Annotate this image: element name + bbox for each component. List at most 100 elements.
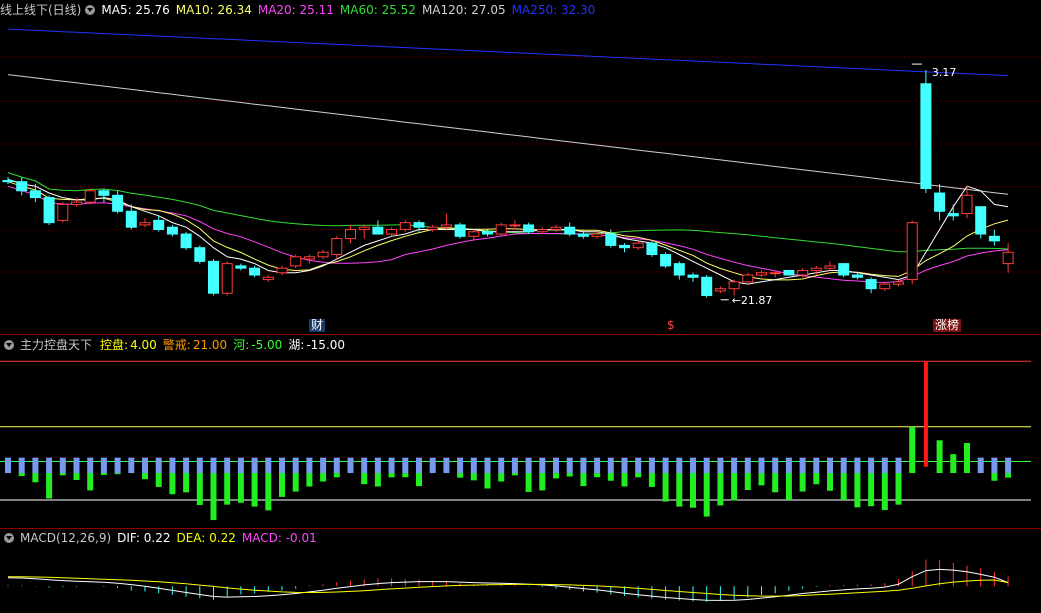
candle-body — [194, 247, 206, 262]
indicator-bar-green — [402, 473, 409, 478]
collapse-arrow-icon[interactable] — [85, 5, 96, 15]
indicator-bar-blue — [635, 457, 642, 474]
indicator-bar-blue — [662, 457, 669, 474]
indicator-bar-blue — [868, 457, 875, 474]
candle-body — [988, 235, 1000, 242]
marker-cai[interactable]: 财 — [309, 319, 326, 332]
indicator-bar-blue — [59, 457, 66, 474]
indicator-bar-blue — [292, 457, 299, 474]
candle-body — [673, 263, 685, 276]
candle-body — [810, 267, 822, 271]
indicator-bar-green — [265, 473, 272, 511]
candle-body — [413, 222, 425, 228]
candle-body — [509, 224, 521, 227]
indicator-bar-blue — [553, 457, 559, 474]
indicator-bar-green — [470, 473, 477, 481]
indicator-bar-green — [59, 473, 66, 476]
candle-body — [920, 83, 932, 189]
candle-body — [769, 272, 781, 275]
marker-zhangbang[interactable]: 涨榜 — [933, 319, 962, 332]
indicator-bar-blue — [539, 457, 546, 474]
candle-body — [208, 260, 219, 294]
candle-body — [906, 222, 918, 281]
candle-body — [523, 224, 535, 233]
indicator-bar-blue — [498, 457, 505, 474]
candle-body — [372, 226, 384, 235]
candle-body — [345, 228, 356, 240]
indicator-bar-blue — [251, 457, 258, 474]
panel-separator — [0, 528, 1041, 529]
indicator-bar-blue — [484, 457, 491, 474]
candle-body — [1002, 251, 1014, 265]
indicator-bar-blue — [5, 457, 11, 474]
candle-body — [139, 222, 151, 226]
indicator-bar-blue — [594, 457, 601, 474]
candle-body — [851, 274, 863, 278]
indicator-bar-green — [114, 473, 121, 475]
collapse-arrow-icon[interactable] — [4, 533, 14, 543]
candle-body — [358, 226, 370, 230]
ma-legend-item: MA120: 27.05 — [421, 3, 506, 17]
candle-body — [399, 222, 411, 230]
indicator-bar-blue — [374, 457, 381, 474]
indicator-bar-blue — [142, 457, 148, 474]
indicator-bar-blue — [607, 457, 614, 474]
price-header: 线上线下(日线) MA5: 25.76 MA10: 26.34 MA20: 25.11… — [0, 2, 607, 18]
indicator-bar-green — [690, 473, 696, 508]
indicator-bar-green — [566, 473, 573, 477]
candle-body — [276, 267, 288, 274]
price-chart: 3.17 ←21.87 — [0, 28, 1041, 307]
indicator-bar-blue — [87, 457, 94, 474]
candle-body — [112, 194, 124, 212]
candle-body — [577, 233, 589, 237]
indicator-bar-green — [320, 473, 327, 482]
indicator-bar-blue — [169, 457, 176, 474]
indicator-bar-green — [388, 473, 395, 478]
indicator-bar-green — [416, 473, 422, 487]
marker-dollar[interactable]: $ — [665, 319, 677, 332]
indicator-bar-blue — [799, 457, 806, 474]
candle-body — [797, 269, 809, 276]
indicator-bar-blue — [361, 457, 368, 474]
indicator-bar-green — [635, 473, 642, 478]
indicator-bar-green — [292, 473, 299, 492]
candle-body — [262, 276, 274, 281]
ma-legend-item: MA10: 26.34 — [175, 3, 252, 17]
candle-body — [16, 181, 28, 192]
indicator-bar-green — [361, 473, 368, 485]
candle-body — [660, 254, 672, 267]
indicator-bar-blue — [840, 457, 847, 474]
ma10-line — [7, 181, 1009, 281]
ma120-line — [7, 74, 1009, 195]
indicator-bar-green — [484, 473, 491, 489]
ma20-line — [7, 185, 1009, 284]
indicator-bar-blue — [347, 457, 354, 474]
indicator-bar-blue — [388, 457, 395, 474]
indicator-bar-blue — [443, 457, 450, 474]
indicator-bar-green — [881, 473, 888, 511]
ma-legend-item: MA20: 25.11 — [257, 3, 334, 17]
indicator-bar-blue — [785, 457, 792, 474]
candle-body — [632, 242, 644, 249]
indicator-bar-blue — [18, 457, 25, 474]
candle-body — [303, 256, 315, 260]
ma-legend: MA5: 25.76 MA10: 26.34 MA20: 25.11 MA60: 25… — [101, 3, 601, 17]
indicator-bar-green — [827, 473, 833, 491]
indicator-bar-green — [333, 473, 340, 478]
candle-body — [714, 288, 726, 292]
indicator-bar-green — [511, 473, 518, 476]
indicator-bar-green — [498, 473, 505, 482]
indicator-bar-green — [648, 473, 655, 487]
indicator-bar-blue — [155, 457, 162, 474]
indicator-bar-green — [854, 473, 861, 508]
candle-body — [961, 194, 973, 215]
indicator-bar-blue — [731, 457, 738, 474]
candle-body — [934, 192, 946, 212]
indicator-bar-green — [991, 473, 998, 481]
indicator-bar-green — [758, 473, 765, 486]
candle-body — [71, 201, 82, 205]
indicator-bar-blue — [224, 457, 231, 474]
indicator-bar-blue — [183, 457, 190, 474]
indicator-bar-green — [772, 473, 779, 493]
indicator-bar-green — [251, 473, 258, 507]
